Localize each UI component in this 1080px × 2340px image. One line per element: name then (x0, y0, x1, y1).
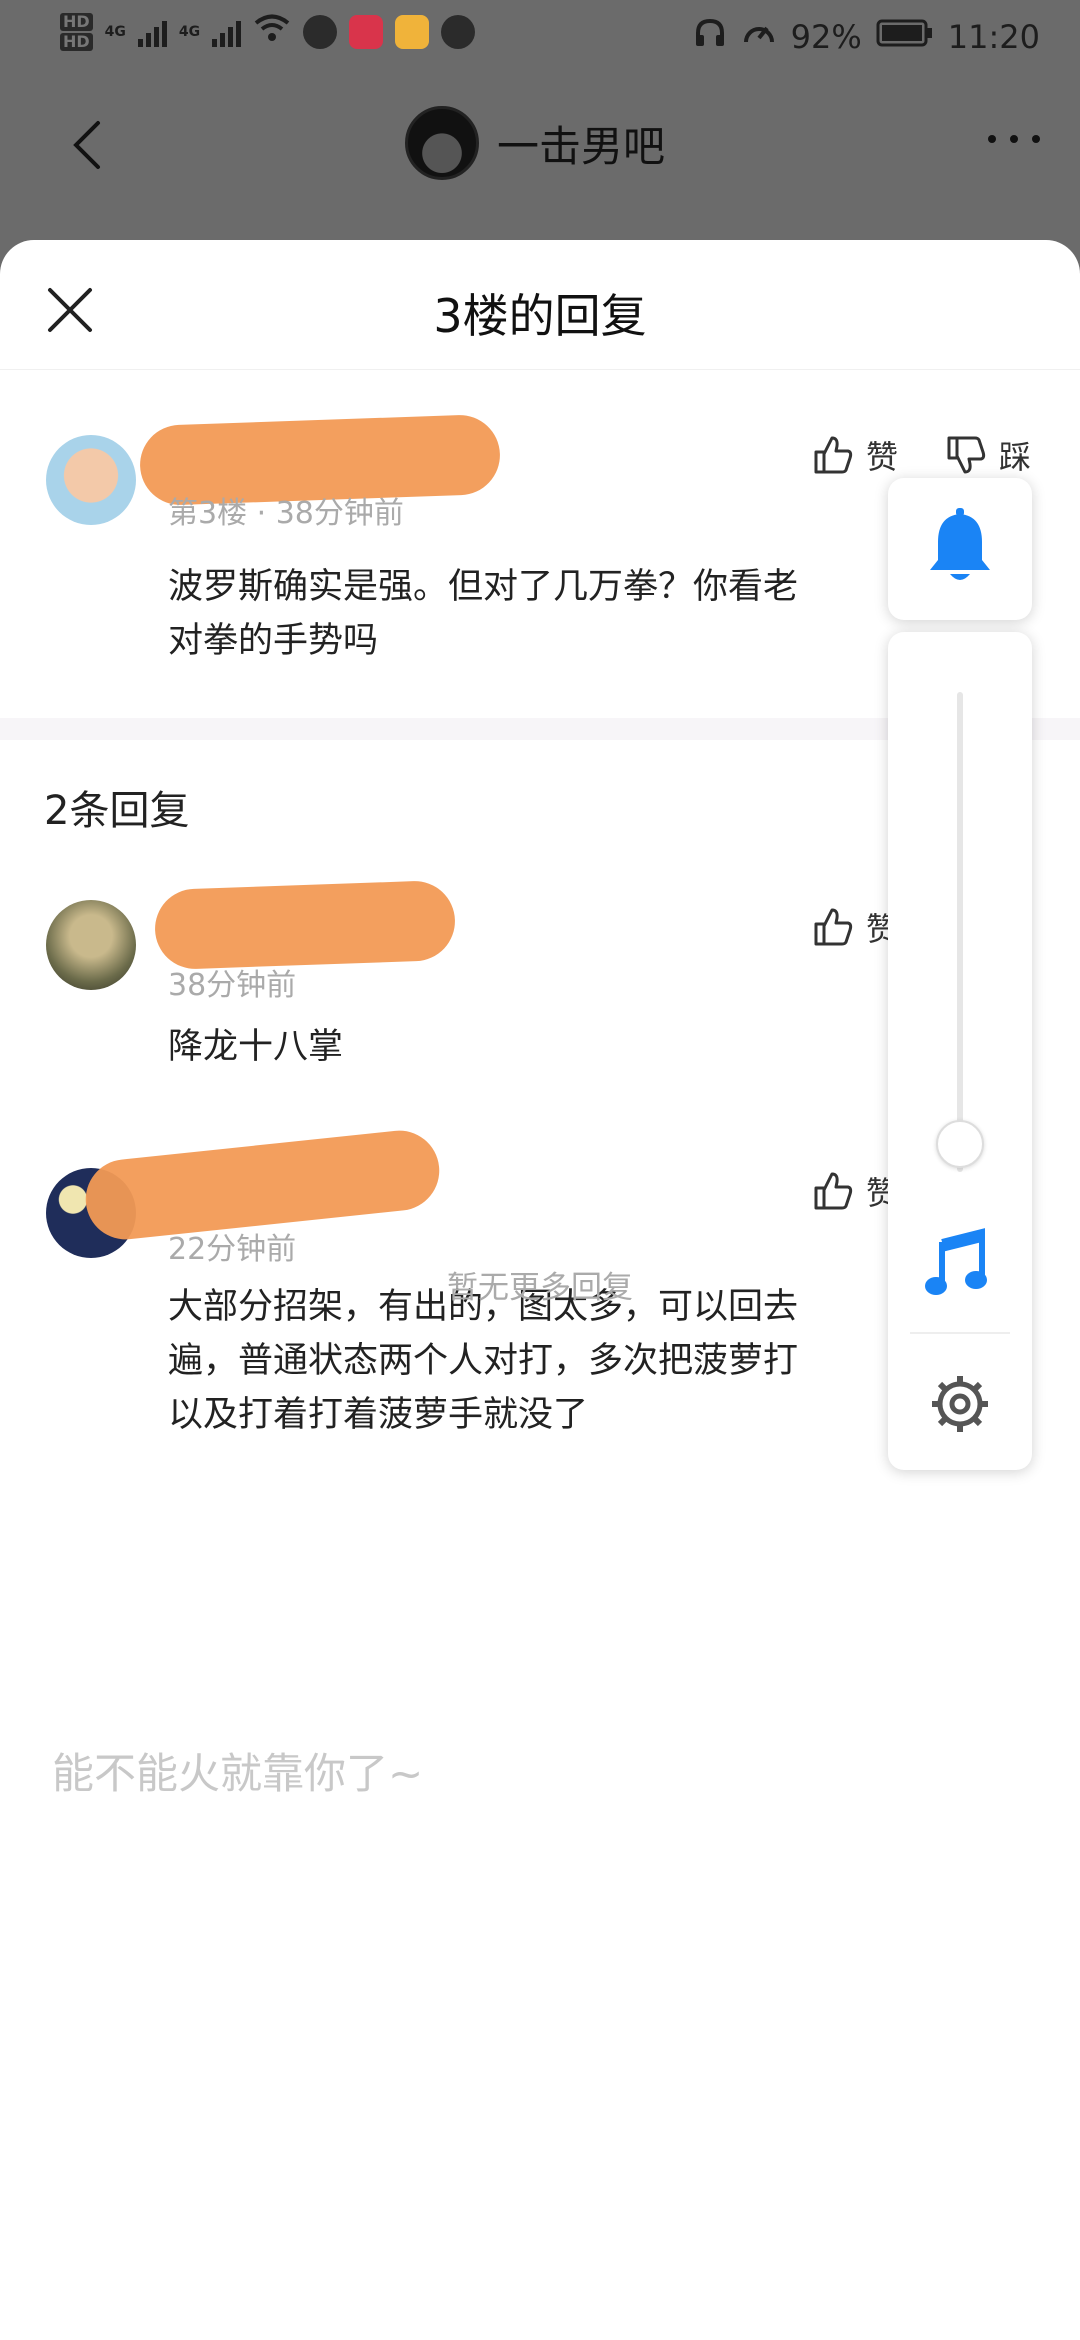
status-bar: HD HD 4G 4G 92% 11:20 (0, 0, 1080, 80)
network-type-2: 4G (178, 24, 201, 40)
chevron-left-icon (73, 121, 100, 169)
reply-input[interactable]: 能不能火就靠你了~ (52, 1740, 423, 1801)
signal-icon-2 (212, 17, 242, 47)
reply-count: 2条回复 (44, 788, 190, 834)
clock: 11:20 (947, 18, 1040, 56)
headphone-icon (693, 16, 727, 58)
redacted-username (153, 879, 457, 971)
volume-slider-handle[interactable] (936, 1120, 984, 1168)
battery-percent: 92% (790, 18, 862, 56)
settings-gear-icon[interactable] (928, 1372, 992, 1436)
wifi-icon (253, 12, 291, 52)
avatar[interactable] (46, 435, 136, 525)
forum-avatar (405, 106, 479, 180)
chat-icon (441, 15, 476, 49)
like-button[interactable]: 赞 (812, 904, 898, 950)
tips-app-icon (395, 15, 430, 49)
thumbs-up-icon (814, 1172, 853, 1210)
like-button[interactable]: 赞 (812, 1168, 898, 1214)
like-label: 赞 (866, 438, 899, 476)
comment-meta: 第3楼 · 38分钟前 (168, 496, 404, 531)
volume-panel (888, 632, 1032, 1470)
notification-button[interactable] (888, 478, 1032, 620)
globe-icon (303, 15, 338, 49)
bell-icon (930, 508, 990, 580)
music-note-icon[interactable] (922, 1222, 998, 1302)
news-app-icon (349, 15, 384, 49)
back-button[interactable] (60, 115, 120, 175)
speed-icon (741, 16, 777, 58)
thumbs-up-icon (814, 908, 853, 946)
dislike-label: 踩 (999, 438, 1032, 476)
sheet-title: 3楼的回复 (433, 289, 647, 343)
reply-time: 38分钟前 (168, 968, 297, 1003)
dislike-button[interactable]: 踩 (945, 432, 1031, 478)
battery-icon (876, 18, 934, 56)
app-bar: 一击男吧 (0, 90, 1080, 240)
panel-divider (910, 1332, 1010, 1334)
hd-icon: HD HD (60, 13, 93, 51)
thumbs-down-icon (947, 436, 986, 474)
thumbs-up-icon (814, 436, 853, 474)
like-button[interactable]: 赞 (812, 432, 898, 478)
network-type: 4G (104, 24, 126, 40)
signal-icon (137, 17, 167, 47)
volume-slider-track[interactable] (957, 692, 963, 1172)
avatar[interactable] (46, 900, 136, 990)
forum-header[interactable]: 一击男吧 (405, 106, 665, 180)
forum-name: 一击男吧 (497, 121, 666, 171)
sheet-header: 3楼的回复 (0, 240, 1080, 370)
more-button[interactable] (988, 135, 1040, 143)
